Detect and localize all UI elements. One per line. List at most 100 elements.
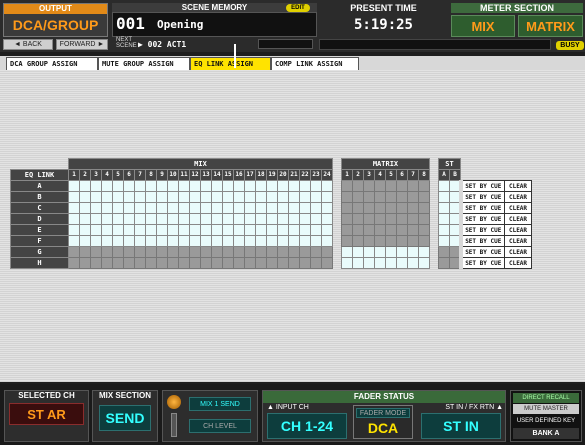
mix-assign-cell[interactable]	[299, 180, 311, 192]
set-by-cue-button[interactable]: SET BY CUE	[458, 224, 505, 236]
mix-assign-cell[interactable]	[167, 224, 179, 236]
matrix-assign-cell[interactable]	[352, 235, 364, 247]
mix-assign-cell[interactable]	[189, 257, 201, 269]
mix-assign-cell[interactable]	[299, 224, 311, 236]
mix-assign-cell[interactable]	[156, 180, 168, 192]
mix-assign-cell[interactable]	[222, 202, 234, 214]
mix-assign-cell[interactable]	[178, 235, 190, 247]
matrix-assign-cell[interactable]	[363, 224, 375, 236]
mix-assign-cell[interactable]	[266, 213, 278, 225]
matrix-assign-cell[interactable]	[374, 246, 386, 258]
clear-button[interactable]: CLEAR	[504, 246, 532, 258]
mix-assign-cell[interactable]	[200, 213, 212, 225]
back-button[interactable]: ◄ BACK	[3, 39, 53, 50]
matrix-assign-cell[interactable]	[385, 257, 397, 269]
set-by-cue-button[interactable]: SET BY CUE	[458, 180, 505, 192]
clear-button[interactable]: CLEAR	[504, 257, 532, 269]
mix1-send-button[interactable]: MIX 1 SEND	[189, 397, 251, 411]
mix-assign-cell[interactable]	[90, 180, 102, 192]
mix-assign-cell[interactable]	[233, 257, 245, 269]
matrix-assign-cell[interactable]	[407, 235, 419, 247]
mix-assign-cell[interactable]	[255, 235, 267, 247]
mix-assign-cell[interactable]	[244, 246, 256, 258]
mix-assign-cell[interactable]	[123, 202, 135, 214]
mix-assign-cell[interactable]	[233, 180, 245, 192]
mix-assign-cell[interactable]	[145, 191, 157, 203]
matrix-assign-cell[interactable]	[374, 191, 386, 203]
mix-assign-cell[interactable]	[277, 224, 289, 236]
rotary-knob-icon[interactable]	[167, 395, 181, 409]
send-level-panel[interactable]: MIX 1 SEND CH LEVEL	[162, 390, 258, 442]
mix-assign-cell[interactable]	[200, 224, 212, 236]
mix-assign-cell[interactable]	[189, 202, 201, 214]
matrix-assign-cell[interactable]	[396, 202, 408, 214]
mix-assign-cell[interactable]	[222, 246, 234, 258]
matrix-assign-cell[interactable]	[418, 235, 430, 247]
mix-assign-cell[interactable]	[321, 246, 333, 258]
set-by-cue-button[interactable]: SET BY CUE	[458, 246, 505, 258]
mix-assign-cell[interactable]	[90, 224, 102, 236]
mix-assign-cell[interactable]	[178, 191, 190, 203]
mix-assign-cell[interactable]	[156, 213, 168, 225]
mix-assign-cell[interactable]	[167, 246, 179, 258]
mix-assign-cell[interactable]	[288, 191, 300, 203]
clear-button[interactable]: CLEAR	[504, 180, 532, 192]
matrix-assign-cell[interactable]	[407, 257, 419, 269]
matrix-assign-cell[interactable]	[385, 180, 397, 192]
mix-assign-cell[interactable]	[68, 180, 80, 192]
matrix-assign-cell[interactable]	[363, 202, 375, 214]
matrix-assign-cell[interactable]	[341, 257, 353, 269]
matrix-assign-cell[interactable]	[363, 191, 375, 203]
matrix-assign-cell[interactable]	[341, 213, 353, 225]
mix-assign-cell[interactable]	[200, 235, 212, 247]
mix-assign-cell[interactable]	[255, 224, 267, 236]
matrix-assign-cell[interactable]	[385, 235, 397, 247]
mix-assign-cell[interactable]	[134, 257, 146, 269]
mix-assign-cell[interactable]	[211, 224, 223, 236]
mix-assign-cell[interactable]	[90, 257, 102, 269]
mix-assign-cell[interactable]	[79, 246, 91, 258]
mix-assign-cell[interactable]	[288, 202, 300, 214]
matrix-assign-cell[interactable]	[374, 180, 386, 192]
mix-assign-cell[interactable]	[310, 246, 322, 258]
mix-assign-cell[interactable]	[68, 224, 80, 236]
mix-assign-cell[interactable]	[167, 235, 179, 247]
mix-assign-cell[interactable]	[244, 180, 256, 192]
mix-assign-cell[interactable]	[112, 246, 124, 258]
mix-assign-cell[interactable]	[101, 180, 113, 192]
mix-assign-cell[interactable]	[310, 191, 322, 203]
mix-assign-cell[interactable]	[156, 246, 168, 258]
mix-assign-cell[interactable]	[321, 191, 333, 203]
mix-assign-cell[interactable]	[244, 202, 256, 214]
tab-eq-link-assign[interactable]: EQ LINK ASSIGN	[190, 57, 271, 70]
mix-assign-cell[interactable]	[101, 246, 113, 258]
matrix-assign-cell[interactable]	[418, 257, 430, 269]
mix-assign-cell[interactable]	[178, 246, 190, 258]
mix-assign-cell[interactable]	[255, 202, 267, 214]
st-assign-cell[interactable]	[449, 213, 461, 225]
matrix-assign-cell[interactable]	[396, 213, 408, 225]
mix-assign-cell[interactable]	[189, 213, 201, 225]
clear-button[interactable]: CLEAR	[504, 202, 532, 214]
matrix-assign-cell[interactable]	[352, 180, 364, 192]
mix-assign-cell[interactable]	[266, 180, 278, 192]
set-by-cue-button[interactable]: SET BY CUE	[458, 235, 505, 247]
mix-assign-cell[interactable]	[244, 257, 256, 269]
mix-assign-cell[interactable]	[277, 257, 289, 269]
matrix-assign-cell[interactable]	[385, 213, 397, 225]
st-in-button[interactable]: ST IN	[421, 413, 501, 439]
mix-assign-cell[interactable]	[277, 213, 289, 225]
matrix-assign-cell[interactable]	[407, 202, 419, 214]
mix-assign-cell[interactable]	[255, 257, 267, 269]
mix-assign-cell[interactable]	[222, 224, 234, 236]
mix-assign-cell[interactable]	[321, 235, 333, 247]
matrix-assign-cell[interactable]	[341, 224, 353, 236]
mix-assign-cell[interactable]	[200, 191, 212, 203]
mix-assign-cell[interactable]	[321, 213, 333, 225]
st-assign-cell[interactable]	[438, 180, 450, 192]
mix-assign-cell[interactable]	[277, 246, 289, 258]
mix-assign-cell[interactable]	[299, 246, 311, 258]
mix-assign-cell[interactable]	[266, 246, 278, 258]
mix-assign-cell[interactable]	[90, 246, 102, 258]
matrix-assign-cell[interactable]	[363, 235, 375, 247]
